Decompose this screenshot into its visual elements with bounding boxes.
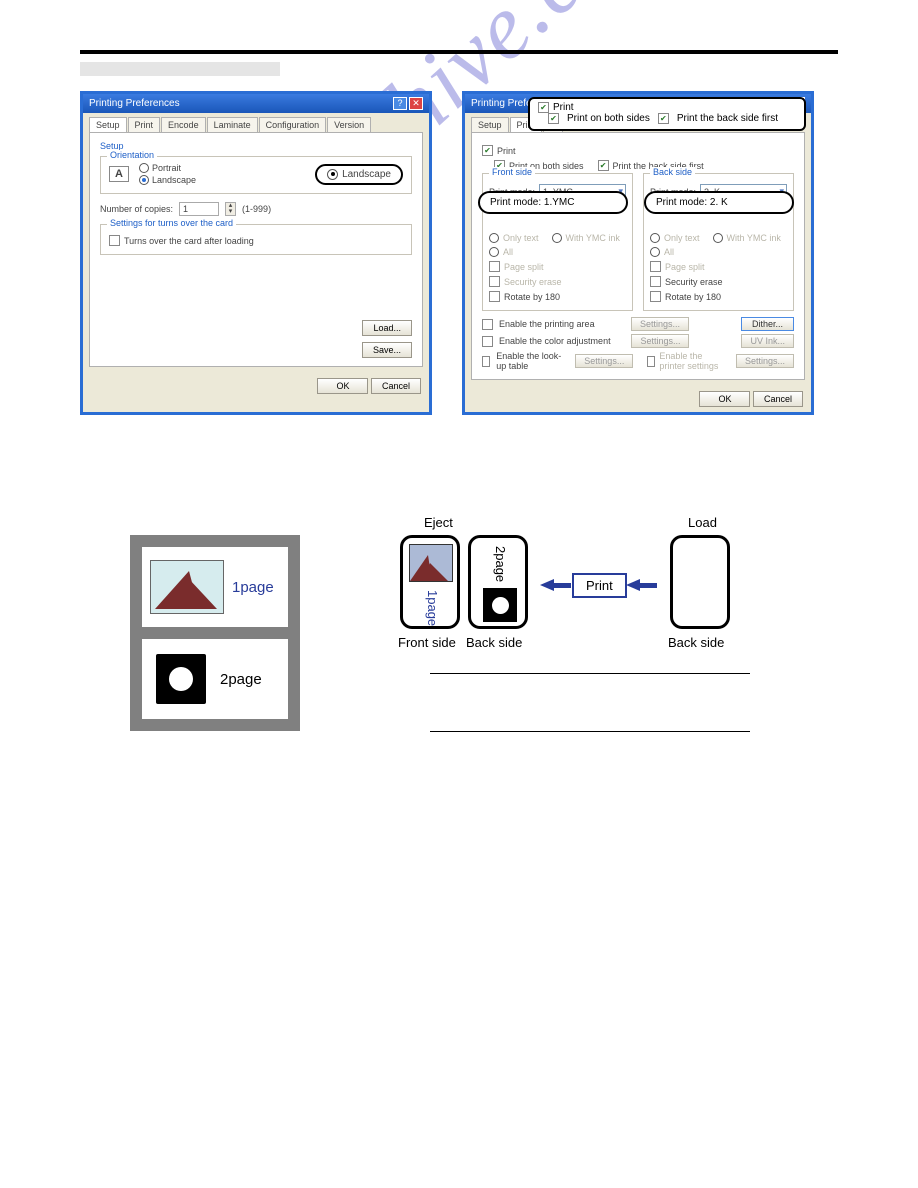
callout-front-print-mode: Print mode: 1.YMC bbox=[478, 191, 628, 214]
opt-rotate-front: Rotate by 180 bbox=[504, 292, 560, 302]
titlebar: Printing Preferences ? ✕ bbox=[83, 94, 429, 113]
cancel-button[interactable]: Cancel bbox=[753, 391, 803, 407]
window-title: Printing Preferences bbox=[89, 98, 180, 109]
opt-security-erase: Security erase bbox=[665, 277, 723, 287]
orientation-icon: A bbox=[109, 166, 129, 182]
orientation-group-label: Orientation bbox=[107, 150, 157, 160]
mountain-icon bbox=[409, 544, 453, 582]
callout-backfirst: Print the back side first bbox=[677, 113, 778, 124]
checkbox-rotate-back[interactable] bbox=[650, 291, 661, 302]
opt-security-erase: Security erase bbox=[504, 277, 562, 287]
opt-all: All bbox=[503, 247, 513, 257]
tab-version[interactable]: Version bbox=[327, 117, 371, 132]
mountain-icon bbox=[151, 561, 223, 613]
settings-button[interactable]: Settings... bbox=[575, 354, 633, 368]
copies-spinner[interactable]: ▴▾ bbox=[225, 202, 236, 216]
radio-portrait-label: Portrait bbox=[152, 163, 181, 173]
page2-vertical-label: 2page bbox=[493, 546, 508, 582]
radio-landscape[interactable]: Landscape bbox=[139, 175, 196, 185]
cancel-button[interactable]: Cancel bbox=[371, 378, 421, 394]
tab-setup[interactable]: Setup bbox=[471, 117, 509, 132]
checkbox-print-label: Print bbox=[497, 146, 516, 156]
print-action-label: Print bbox=[572, 573, 627, 598]
checkbox-enable-area[interactable] bbox=[482, 319, 493, 330]
checkbox-security-erase-back[interactable] bbox=[650, 276, 661, 287]
load-label: Load bbox=[688, 515, 717, 530]
save-button[interactable]: Save... bbox=[362, 342, 412, 358]
tab-encode[interactable]: Encode bbox=[161, 117, 206, 132]
opt-with-ymc: With YMC ink bbox=[727, 233, 781, 243]
copies-label: Number of copies: bbox=[100, 204, 173, 214]
copies-hint: (1-999) bbox=[242, 204, 271, 214]
front-side-label: Front side bbox=[489, 167, 535, 177]
enable-area-label: Enable the printing area bbox=[499, 319, 595, 329]
settings-button[interactable]: Settings... bbox=[631, 334, 689, 348]
callout-print-options: ✔Print ✔Print on both sides ✔Print the b… bbox=[528, 97, 806, 131]
opt-with-ymc: With YMC ink bbox=[566, 233, 620, 243]
ok-button[interactable]: OK bbox=[699, 391, 750, 407]
radio-portrait[interactable]: Portrait bbox=[139, 163, 196, 173]
checkbox-enable-lookup[interactable] bbox=[482, 356, 490, 367]
settings-button[interactable]: Settings... bbox=[631, 317, 689, 331]
front-side-label: Front side bbox=[398, 635, 456, 650]
uv-ink-button[interactable]: UV Ink... bbox=[741, 334, 794, 348]
callout-print: Print bbox=[553, 102, 574, 113]
callout-landscape-text: Landscape bbox=[342, 169, 391, 180]
header-gray-bar bbox=[80, 62, 280, 76]
checkbox-turns-over[interactable] bbox=[109, 235, 120, 246]
tab-laminate[interactable]: Laminate bbox=[207, 117, 258, 132]
opt-all: All bbox=[664, 247, 674, 257]
tabs: Setup Print Encode Laminate Configuratio… bbox=[83, 113, 429, 132]
opt-page-split: Page split bbox=[665, 262, 705, 272]
copies-input[interactable]: 1 bbox=[179, 202, 219, 216]
opt-page-split: Page split bbox=[504, 262, 544, 272]
checkbox-rotate-front[interactable] bbox=[489, 291, 500, 302]
example-print-flow: Eject 1page Front side 2page Back side P… bbox=[390, 535, 838, 731]
circle-icon bbox=[156, 654, 206, 704]
help-button[interactable]: ? bbox=[393, 97, 407, 110]
settings-button[interactable]: Settings... bbox=[736, 354, 794, 368]
example-layout-stack: 1page 2page bbox=[80, 535, 390, 731]
circle-icon bbox=[483, 588, 517, 622]
back-side-label: Back side bbox=[650, 167, 695, 177]
back-side-label: Back side bbox=[466, 635, 522, 650]
radio-landscape-label: Landscape bbox=[152, 175, 196, 185]
dialog-setup: Printing Preferences ? ✕ Setup Print Enc… bbox=[80, 91, 432, 415]
checkbox-print[interactable]: ✔ bbox=[482, 145, 493, 156]
checkbox-back-first[interactable]: ✔ bbox=[598, 160, 609, 171]
turns-group-label: Settings for turns over the card bbox=[107, 218, 236, 228]
callout-landscape-pill: Landscape bbox=[315, 164, 403, 185]
header-rule bbox=[80, 50, 838, 54]
callout-back-print-mode: Print mode: 2. K bbox=[644, 191, 794, 214]
page1-vertical-label: 1page bbox=[425, 590, 440, 626]
checkbox-turns-over-label: Turns over the card after loading bbox=[124, 236, 254, 246]
eject-label: Eject bbox=[424, 515, 453, 530]
page1-label: 1page bbox=[232, 579, 274, 596]
opt-rotate-back: Rotate by 180 bbox=[665, 292, 721, 302]
tab-setup[interactable]: Setup bbox=[89, 117, 127, 132]
ok-button[interactable]: OK bbox=[317, 378, 368, 394]
page2-label: 2page bbox=[220, 671, 262, 688]
callout-both: Print on both sides bbox=[567, 113, 650, 124]
back-side-label: Back side bbox=[668, 635, 724, 650]
dither-button[interactable]: Dither... bbox=[741, 317, 794, 331]
checkbox-enable-color[interactable] bbox=[482, 336, 493, 347]
tab-print[interactable]: Print bbox=[128, 117, 161, 132]
opt-only-text: Only text bbox=[503, 233, 539, 243]
enable-printer-label: Enable the printer settings bbox=[659, 351, 730, 371]
load-button[interactable]: Load... bbox=[362, 320, 412, 336]
close-button[interactable]: ✕ bbox=[409, 97, 423, 110]
enable-color-label: Enable the color adjustment bbox=[499, 336, 611, 346]
dialog-print: Printing Preferences ? ✕ Setup Print Enc… bbox=[462, 91, 814, 415]
tab-configuration[interactable]: Configuration bbox=[259, 117, 327, 132]
opt-only-text: Only text bbox=[664, 233, 700, 243]
enable-lookup-label: Enable the look-up table bbox=[496, 351, 563, 371]
